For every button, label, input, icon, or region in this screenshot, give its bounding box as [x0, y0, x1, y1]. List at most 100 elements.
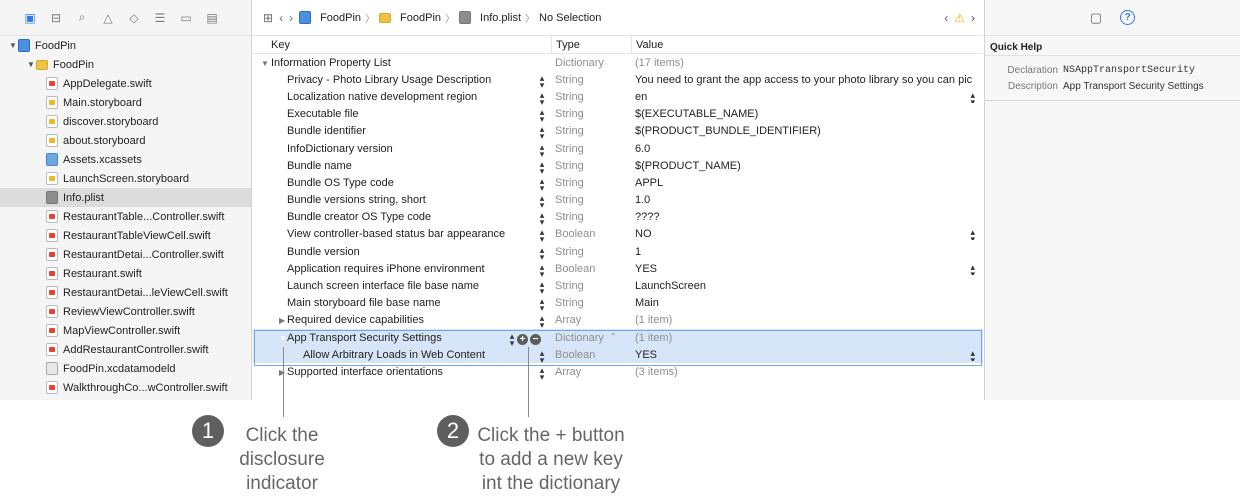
plist-value[interactable]: NO ▴ ▾ — [631, 228, 983, 240]
plist-type[interactable]: String — [551, 246, 631, 258]
plist-value[interactable]: Main — [631, 297, 983, 309]
key-stepper-icon[interactable]: ▴ ▾ — [539, 90, 545, 106]
folder-navigator-icon[interactable]: ▣ — [22, 10, 38, 26]
file-tree-item[interactable]: Info.plist — [0, 188, 251, 207]
plist-row[interactable]: Bundle name ▴ ▾ String $(PRODUCT_NAME) — [253, 157, 983, 175]
plist-value[interactable]: ???? — [631, 211, 983, 223]
file-tree-item[interactable]: about.storyboard — [0, 131, 251, 150]
breadcrumb-project[interactable]: FoodPin — [320, 12, 361, 24]
plist-row[interactable]: Localization native development region ▴ ▾… — [253, 88, 983, 106]
plist-row[interactable]: View controller-based status bar appeara… — [253, 226, 983, 244]
key-stepper-icon[interactable]: ▴ ▾ — [539, 159, 545, 175]
key-stepper-icon[interactable]: ▴ ▾ — [539, 262, 545, 278]
plist-value[interactable]: (3 items) — [631, 366, 983, 378]
plist-type[interactable]: Array — [551, 314, 631, 326]
plist-value[interactable]: YES ▴ ▾ — [631, 263, 983, 275]
plist-value[interactable]: $(EXECUTABLE_NAME) — [631, 108, 983, 120]
file-tree-item[interactable]: RestaurantDetai...Controller.swift — [0, 245, 251, 264]
key-stepper-icon[interactable]: ▴ ▾ — [539, 73, 545, 89]
plist-value[interactable]: $(PRODUCT_BUNDLE_IDENTIFIER) — [631, 125, 983, 137]
breadcrumb-group[interactable]: FoodPin — [400, 12, 441, 24]
plist-value[interactable]: 6.0 — [631, 143, 983, 155]
file-tree-item[interactable]: RestaurantTableViewCell.swift — [0, 226, 251, 245]
breakpoint-icon[interactable]: ▭ — [178, 10, 194, 26]
key-stepper-icon[interactable]: ▴ ▾ — [539, 211, 545, 227]
plist-row[interactable]: Launch screen interface file base name ▴ ▾… — [253, 277, 983, 296]
plist-type[interactable]: String — [551, 177, 631, 189]
test-icon[interactable]: ◇ — [126, 10, 142, 26]
plist-row[interactable]: InfoDictionary version ▴ ▾ String 6.0 — [253, 140, 983, 158]
key-stepper-icon[interactable]: ▴ ▾ — [539, 108, 545, 124]
plist-value[interactable]: 1 — [631, 246, 983, 258]
plist-type[interactable]: String — [551, 280, 631, 292]
quick-help-icon[interactable]: ? — [1120, 10, 1136, 25]
file-tree-item[interactable]: RestaurantTable...Controller.swift — [0, 207, 251, 226]
file-tree-item[interactable]: RestaurantDetai...leViewCell.swift — [0, 283, 251, 302]
plist-type[interactable]: Boolean — [551, 263, 631, 275]
search-icon[interactable]: ⌕ — [74, 10, 90, 26]
key-stepper-icon[interactable]: ▴ ▾ — [539, 297, 545, 313]
back-arrow-icon[interactable]: ‹ — [279, 11, 283, 25]
plist-row[interactable]: ▶ Required device capabilities ▴ ▾ Array (1 i… — [253, 312, 983, 330]
issue-warning-icon[interactable]: △ — [100, 10, 116, 26]
value-popup-icon[interactable]: ▴ ▾ — [970, 91, 975, 103]
disclosure-expanded-icon[interactable]: ▼ — [26, 60, 36, 69]
disclosure-expanded-icon[interactable]: ▼ — [8, 41, 18, 50]
next-issue-icon[interactable]: › — [971, 11, 975, 25]
key-stepper-icon[interactable]: ▴ ▾ — [539, 245, 545, 261]
plist-type[interactable]: Boolean — [551, 228, 631, 240]
type-column-header[interactable]: Type — [551, 36, 631, 53]
plist-type[interactable]: String — [551, 211, 631, 223]
plist-row[interactable]: Bundle identifier ▴ ▾ String $(PRODUCT_BUNDL… — [253, 123, 983, 141]
value-popup-icon[interactable]: ▴ ▾ — [970, 263, 975, 275]
plist-type[interactable]: String — [551, 125, 631, 137]
source-control-icon[interactable]: ⊟ — [48, 10, 64, 26]
plist-row[interactable]: Bundle creator OS Type code ▴ ▾ String???? — [253, 209, 983, 227]
file-tree-item[interactable]: LaunchScreen.storyboard — [0, 169, 251, 188]
plist-row[interactable]: Bundle OS Type code ▴ ▾ String APPL — [253, 174, 983, 192]
file-tree-item[interactable]: WalkthroughCo...wController.swift — [0, 378, 251, 397]
file-tree-item[interactable]: Main.storyboard — [0, 93, 251, 112]
key-stepper-icon[interactable]: ▴ ▾ — [539, 125, 545, 141]
key-stepper-icon[interactable]: ▴ ▾ — [539, 365, 545, 381]
debug-icon[interactable]: ☰ — [152, 10, 168, 26]
file-tree-item[interactable]: MapViewController.swift — [0, 321, 251, 340]
plist-type[interactable]: String — [551, 91, 631, 103]
key-stepper-icon[interactable]: ▴ ▾ — [539, 142, 545, 158]
plist-type[interactable]: Array — [551, 366, 631, 378]
plist-root-row[interactable]: ▼ Information Property List Dictionary (… — [253, 54, 983, 71]
key-stepper-icon[interactable]: ▴ ▾ — [539, 176, 545, 192]
file-tree-item[interactable]: Assets.xcassets — [0, 150, 251, 169]
plist-value[interactable]: APPL — [631, 177, 983, 189]
plist-value[interactable]: en ▴ ▾ — [631, 91, 983, 103]
previous-issue-icon[interactable]: ‹ — [944, 11, 948, 25]
value-popup-icon[interactable]: ▴ ▾ — [970, 228, 975, 240]
plist-row[interactable]: Bundle version ▴ ▾ String 1 — [253, 243, 983, 261]
key-stepper-icon[interactable]: ▴ ▾ — [539, 280, 545, 296]
plist-type[interactable]: String — [551, 160, 631, 172]
file-tree-item[interactable]: FoodPin.xcdatamodeld — [0, 359, 251, 378]
file-tree-item[interactable]: AppDelegate.swift — [0, 74, 251, 93]
file-inspector-icon[interactable]: ▢ — [1090, 10, 1102, 26]
plist-type[interactable]: String — [551, 297, 631, 309]
breadcrumb-selection[interactable]: No Selection — [539, 12, 601, 24]
forward-arrow-icon[interactable]: › — [289, 11, 293, 25]
plist-row[interactable]: Bundle versions string, short ▴ ▾ String 1.0 — [253, 192, 983, 210]
file-tree-item[interactable]: ▼ FoodPin — [0, 36, 251, 55]
key-column-header[interactable]: Key — [253, 39, 551, 51]
plist-type[interactable]: String — [551, 194, 631, 206]
plist-type[interactable]: String — [551, 74, 631, 86]
key-stepper-icon[interactable]: ▴ ▾ — [539, 228, 545, 244]
plist-value[interactable]: $(PRODUCT_NAME) — [631, 160, 983, 172]
report-icon[interactable]: ▤ — [204, 10, 220, 26]
plist-row[interactable]: Privacy - Photo Library Usage Descriptio… — [253, 71, 983, 89]
plist-value[interactable]: LaunchScreen — [631, 280, 983, 292]
file-tree-item[interactable]: AddRestaurantController.swift — [0, 340, 251, 359]
file-tree-item[interactable]: discover.storyboard — [0, 112, 251, 131]
disclosure-expanded-icon[interactable]: ▼ — [261, 59, 269, 68]
plist-value[interactable]: (1 item) — [631, 314, 983, 326]
file-tree-item[interactable]: ReviewViewController.swift — [0, 302, 251, 321]
plist-row[interactable]: Application requires iPhone environment ▴… — [253, 260, 983, 278]
warning-icon[interactable]: ⚠ — [954, 11, 965, 25]
plist-row[interactable]: Main storyboard file base name ▴ ▾ String Ma… — [253, 295, 983, 313]
